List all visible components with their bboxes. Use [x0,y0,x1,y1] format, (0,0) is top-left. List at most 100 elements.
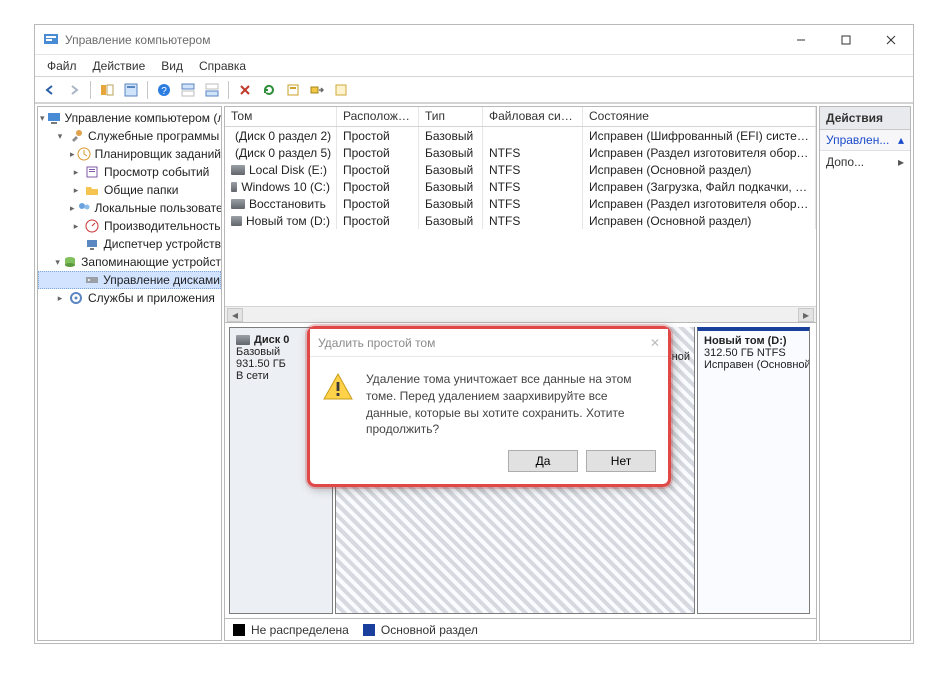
refresh-button[interactable] [258,79,280,101]
scroll-left-icon[interactable]: ◂ [227,308,243,322]
minimize-button[interactable] [778,25,823,54]
dialog-yes-button[interactable]: Да [508,450,578,472]
partition-new-volume[interactable]: Новый том (D:) 312.50 ГБ NTFS Исправен (… [697,327,810,614]
actions-pane: Действия Управлен... ▴ Допо... ▸ [819,106,911,641]
tree-root[interactable]: ▾ Управление компьютером (л [38,109,221,127]
drive-icon [231,199,245,209]
tree-label: Локальные пользовате [95,201,222,215]
tree-storage[interactable]: ▾ Запоминающие устройст [38,253,221,271]
dialog-body: Удаление тома уничтожает все данные на э… [310,357,668,444]
tree-task-scheduler[interactable]: ▸ Планировщик заданий [38,145,221,163]
drive-icon [231,182,237,192]
properties-button[interactable] [120,79,142,101]
shrink-button[interactable] [330,79,352,101]
tree-performance[interactable]: ▸ Производительность [38,217,221,235]
scroll-right-icon[interactable]: ▸ [798,308,814,322]
toolbar-separator [228,81,229,99]
swatch-unallocated-icon [233,624,245,636]
warning-icon [322,371,354,403]
computer-icon [47,110,61,126]
tree-label: Диспетчер устройств [104,237,221,251]
volume-row[interactable]: Новый том (D:)ПростойБазовыйNTFSИсправен… [225,212,816,229]
expand-icon[interactable]: ▸ [54,292,66,304]
collapse-icon[interactable]: ▾ [54,256,61,268]
volume-list: Том Расположение Тип Файловая система Со… [225,107,816,322]
tree-system-tools[interactable]: ▾ Служебные программы [38,127,221,145]
expand-icon[interactable]: ▸ [70,148,75,160]
partition-detail: 312.50 ГБ NTFS [704,347,803,359]
volume-row[interactable]: (Диск 0 раздел 5)ПростойБазовыйNTFSИспра… [225,144,816,161]
volume-layout: Простой [337,195,419,212]
expand-icon[interactable]: ▸ [70,166,82,178]
volume-layout: Простой [337,161,419,178]
window-title: Управление компьютером [65,33,778,47]
format-button[interactable] [282,79,304,101]
tree-label: Планировщик заданий [95,147,221,161]
show-hide-tree-button[interactable] [96,79,118,101]
view-top-button[interactable] [177,79,199,101]
actions-more[interactable]: Допо... ▸ [820,151,910,173]
collapse-icon[interactable]: ▾ [54,130,66,142]
volume-row[interactable]: (Диск 0 раздел 2)ПростойБазовыйИсправен … [225,127,816,144]
column-layout[interactable]: Расположение [337,107,419,126]
expand-icon[interactable]: ▸ [70,184,82,196]
partition-status: Исправен (Основной [704,359,803,371]
dialog-no-button[interactable]: Нет [586,450,656,472]
chevron-right-icon: ▸ [898,155,904,169]
volume-list-header: Том Расположение Тип Файловая система Со… [225,107,816,127]
actions-context-header[interactable]: Управлен... ▴ [820,130,910,151]
expand-icon[interactable]: ▸ [70,220,82,232]
toolbar-separator [147,81,148,99]
tree-device-manager[interactable]: ▸ Диспетчер устройств [38,235,221,253]
actions-more-label: Допо... [826,155,864,169]
help-button[interactable]: ? [153,79,175,101]
maximize-button[interactable] [823,25,868,54]
column-volume[interactable]: Том [225,107,337,126]
volume-list-body: (Диск 0 раздел 2)ПростойБазовыйИсправен … [225,127,816,306]
volume-type: Базовый [419,161,483,178]
column-type[interactable]: Тип [419,107,483,126]
drive-icon [231,165,245,175]
volume-status: Исправен (Шифрованный (EFI) системный ра… [583,127,816,144]
tree-disk-management[interactable]: ▸ Управление дисками [38,271,221,289]
volume-status: Исправен (Раздел изготовителя оборудован… [583,195,816,212]
tree-local-users[interactable]: ▸ Локальные пользовате [38,199,221,217]
nav-forward-button[interactable] [63,79,85,101]
volume-type: Базовый [419,195,483,212]
column-filesystem[interactable]: Файловая система [483,107,583,126]
expand-icon[interactable]: ▸ [70,202,75,214]
horizontal-scrollbar[interactable]: ◂ ▸ [225,306,816,322]
dialog-close-icon[interactable]: ✕ [650,336,660,350]
menu-help[interactable]: Справка [191,57,254,75]
menu-file[interactable]: Файл [39,57,85,75]
legend-primary-label: Основной раздел [381,623,478,637]
delete-button[interactable] [234,79,256,101]
tools-icon [68,128,84,144]
collapse-icon[interactable]: ▾ [40,112,45,124]
nav-back-button[interactable] [39,79,61,101]
view-bottom-button[interactable] [201,79,223,101]
volume-row[interactable]: Local Disk (E:)ПростойБазовыйNTFSИсправе… [225,161,816,178]
log-icon [84,164,100,180]
swatch-primary-icon [363,624,375,636]
menu-view[interactable]: Вид [153,57,191,75]
extend-button[interactable] [306,79,328,101]
tree-label: Просмотр событий [104,165,209,179]
tree-services-apps[interactable]: ▸ Службы и приложения [38,289,221,307]
volume-name: Восстановить [249,197,326,211]
volume-fs: NTFS [483,144,583,161]
volume-row[interactable]: Windows 10 (C:)ПростойБазовыйNTFSИсправе… [225,178,816,195]
tree-label: Запоминающие устройст [81,255,221,269]
tree-shared-folders[interactable]: ▸ Общие папки [38,181,221,199]
close-button[interactable] [868,25,913,54]
tree-pane: ▾ Управление компьютером (л ▾ Служебные … [37,106,222,641]
volume-name: Windows 10 (C:) [241,180,330,194]
volume-status: Исправен (Раздел изготовителя оборудован… [583,144,816,161]
column-status[interactable]: Состояние [583,107,816,126]
volume-row[interactable]: ВосстановитьПростойБазовыйNTFSИсправен (… [225,195,816,212]
device-icon [84,236,100,252]
dialog-titlebar: Удалить простой том ✕ [310,329,668,357]
menu-action[interactable]: Действие [85,57,154,75]
volume-type: Базовый [419,178,483,195]
tree-event-viewer[interactable]: ▸ Просмотр событий [38,163,221,181]
